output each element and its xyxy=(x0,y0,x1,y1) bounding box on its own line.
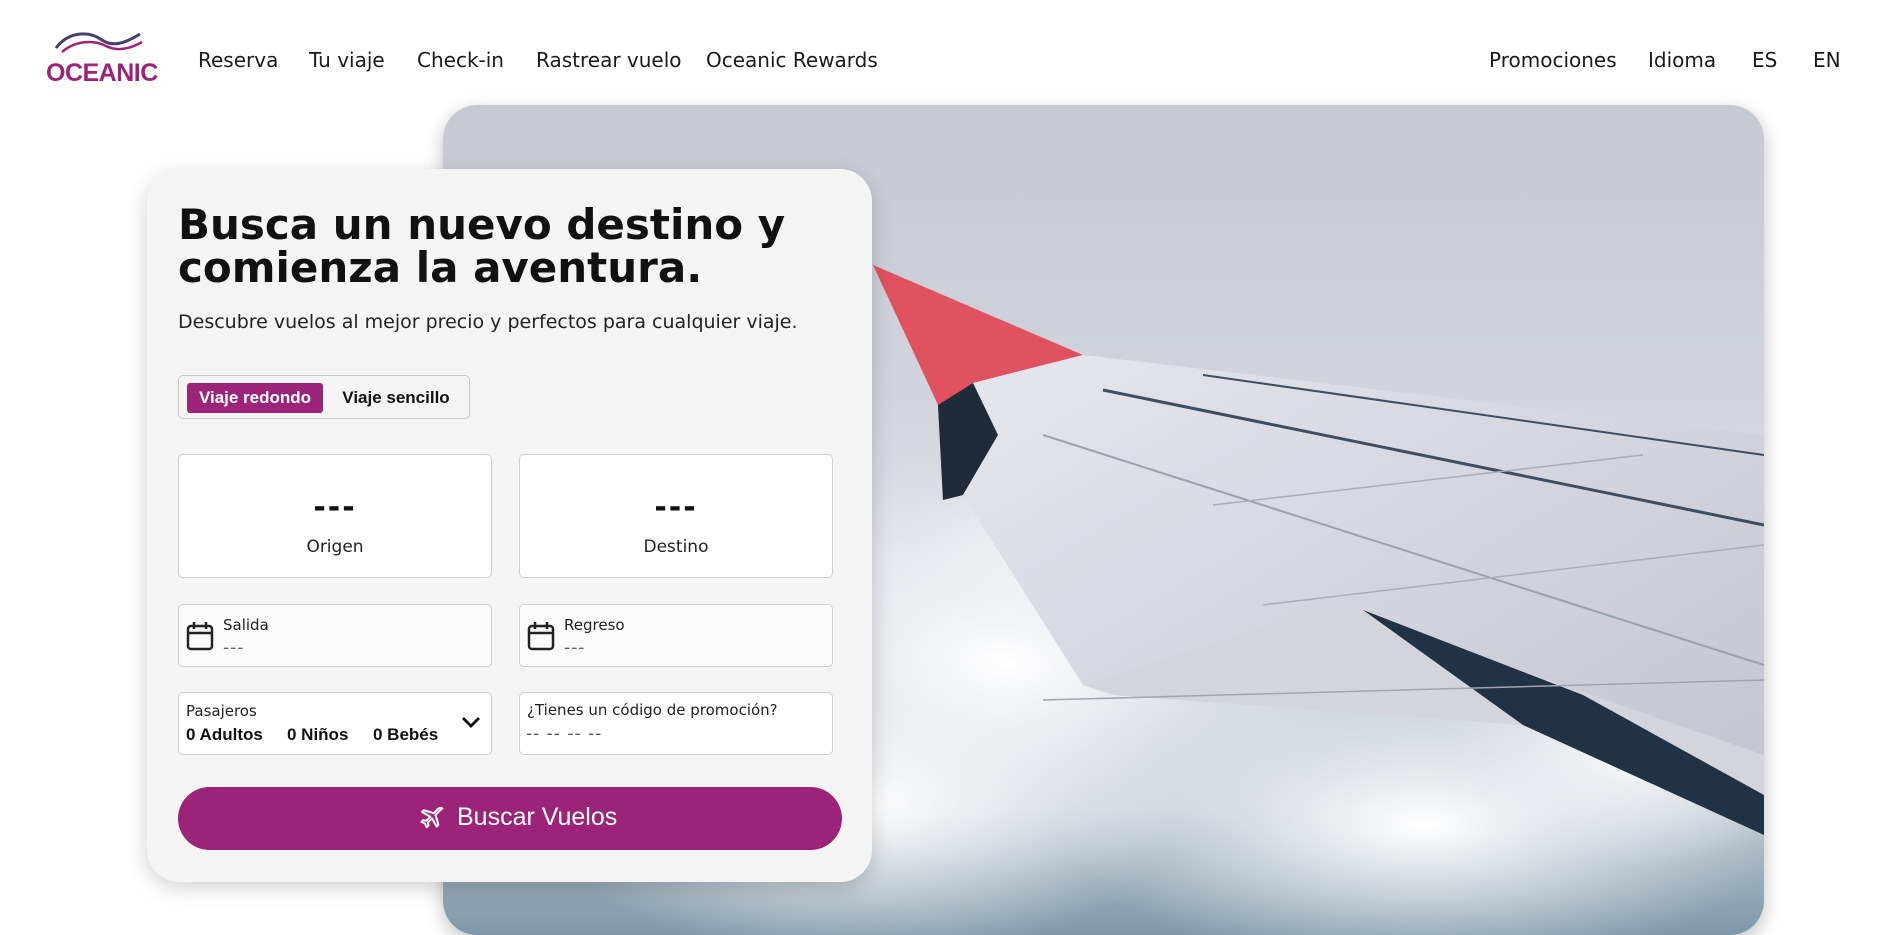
trip-oneway-button[interactable]: Viaje sencillo xyxy=(329,383,463,413)
oceanic-logo[interactable]: OCEANIC xyxy=(46,28,158,87)
calendar-icon xyxy=(186,622,214,651)
return-date-field[interactable]: Regreso --- xyxy=(519,604,833,667)
promo-code-input[interactable] xyxy=(526,723,816,745)
infants-count: 0 Bebés xyxy=(373,725,439,744)
nav-idioma[interactable]: Idioma xyxy=(1648,48,1716,72)
destination-code: --- xyxy=(654,490,698,525)
adults-count: 0 Adultos xyxy=(186,725,263,744)
passengers-dropdown[interactable]: Pasajeros 0 Adultos 0 Niños 0 Bebés xyxy=(178,692,492,755)
children-count: 0 Niños xyxy=(287,725,349,744)
airplane-icon xyxy=(420,806,444,829)
trip-round-button[interactable]: Viaje redondo xyxy=(187,383,323,413)
origin-field[interactable]: --- Origen xyxy=(178,454,492,578)
origin-code: --- xyxy=(313,490,357,525)
destination-label: Destino xyxy=(643,537,709,557)
logo-text: OCEANIC xyxy=(46,59,158,87)
chevron-down-icon[interactable] xyxy=(461,715,481,729)
wave-logo-icon xyxy=(54,32,143,53)
origin-label: Origen xyxy=(306,537,364,557)
nav-reserva[interactable]: Reserva xyxy=(198,48,278,72)
lang-es[interactable]: ES xyxy=(1752,48,1777,72)
trip-type-toggle: Viaje redondo Viaje sencillo xyxy=(178,375,470,419)
search-subtitle: Descubre vuelos al mejor precio y perfec… xyxy=(178,311,798,333)
return-label: Regreso xyxy=(564,616,625,634)
departure-date-field[interactable]: Salida --- xyxy=(178,604,492,667)
search-button-label: Buscar Vuelos xyxy=(457,803,618,831)
search-title: Busca un nuevo destino y comienza la ave… xyxy=(178,200,786,292)
lang-en[interactable]: EN xyxy=(1813,48,1841,72)
calendar-icon xyxy=(527,622,555,651)
search-flights-button[interactable]: Buscar Vuelos xyxy=(178,787,842,850)
promo-label: ¿Tienes un código de promoción? xyxy=(527,701,778,719)
passengers-label: Pasajeros xyxy=(186,702,257,720)
flight-search-card: Busca un nuevo destino y comienza la ave… xyxy=(147,169,872,882)
departure-label: Salida xyxy=(223,616,269,634)
nav-promociones[interactable]: Promociones xyxy=(1489,48,1617,72)
return-value: --- xyxy=(564,638,586,658)
destination-field[interactable]: --- Destino xyxy=(519,454,833,578)
nav-oceanic-rewards[interactable]: Oceanic Rewards xyxy=(706,48,878,72)
departure-value: --- xyxy=(223,638,245,658)
promo-code-field: ¿Tienes un código de promoción? xyxy=(519,692,833,755)
nav-rastrear-vuelo[interactable]: Rastrear vuelo xyxy=(536,48,682,72)
nav-tu-viaje[interactable]: Tu viaje xyxy=(309,48,385,72)
nav-check-in[interactable]: Check-in xyxy=(417,48,504,72)
